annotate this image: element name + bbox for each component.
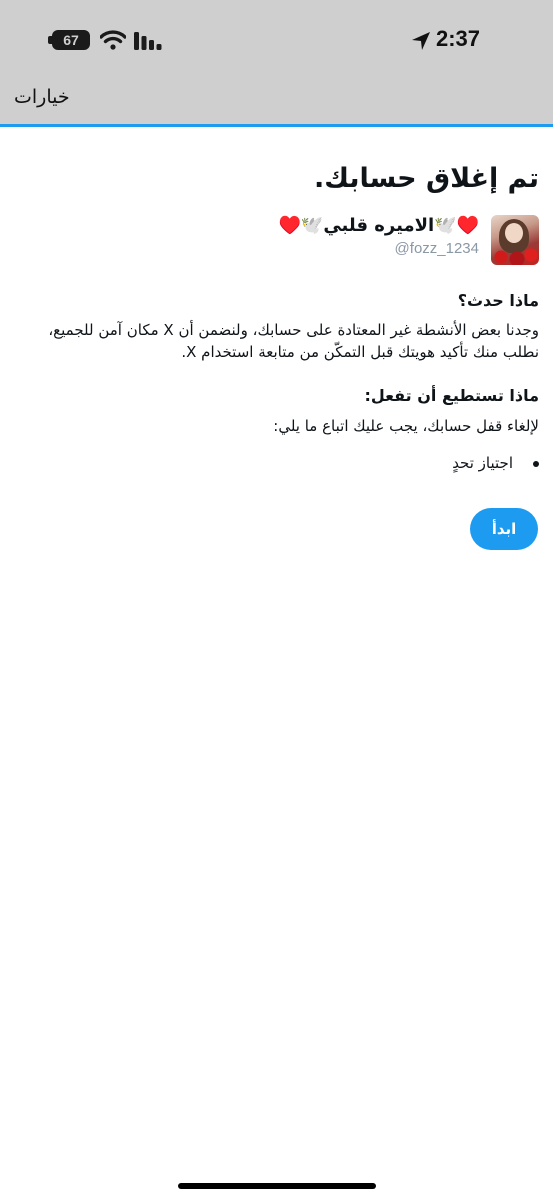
cellular-signal-icon	[134, 32, 162, 50]
home-indicator	[178, 1183, 376, 1189]
what-happened-text: وجدنا بعض الأنشطة غير المعتادة على حسابك…	[48, 321, 539, 361]
account-handle: @fozz_1234	[394, 240, 479, 257]
what-you-can-do-heading: ماذا تستطيع أن تفعل:	[364, 386, 539, 405]
location-arrow-icon	[412, 32, 430, 50]
bullet-icon	[533, 461, 539, 467]
avatar	[491, 215, 539, 265]
wifi-icon	[100, 30, 126, 50]
status-time: 2:37	[436, 26, 481, 51]
top-bar: 67 2:37 خيارات	[0, 0, 553, 124]
page-title: تم إغلاق حسابك.	[313, 163, 539, 194]
list-item: اجتياز تحدٍ	[452, 454, 513, 472]
what-happened-heading: ماذا حدث؟	[457, 291, 539, 310]
account-display-name: ♥️🕊️الاميره قلبي🕊️♥️	[278, 215, 480, 236]
unlock-instructions: لإلغاء قفل حسابك، يجب عليك اتباع ما يلي:	[273, 417, 539, 435]
header-divider	[0, 124, 553, 127]
battery-indicator: 67	[52, 30, 90, 50]
options-button[interactable]: خيارات	[14, 86, 70, 108]
start-button[interactable]: ابدأ	[470, 508, 538, 550]
